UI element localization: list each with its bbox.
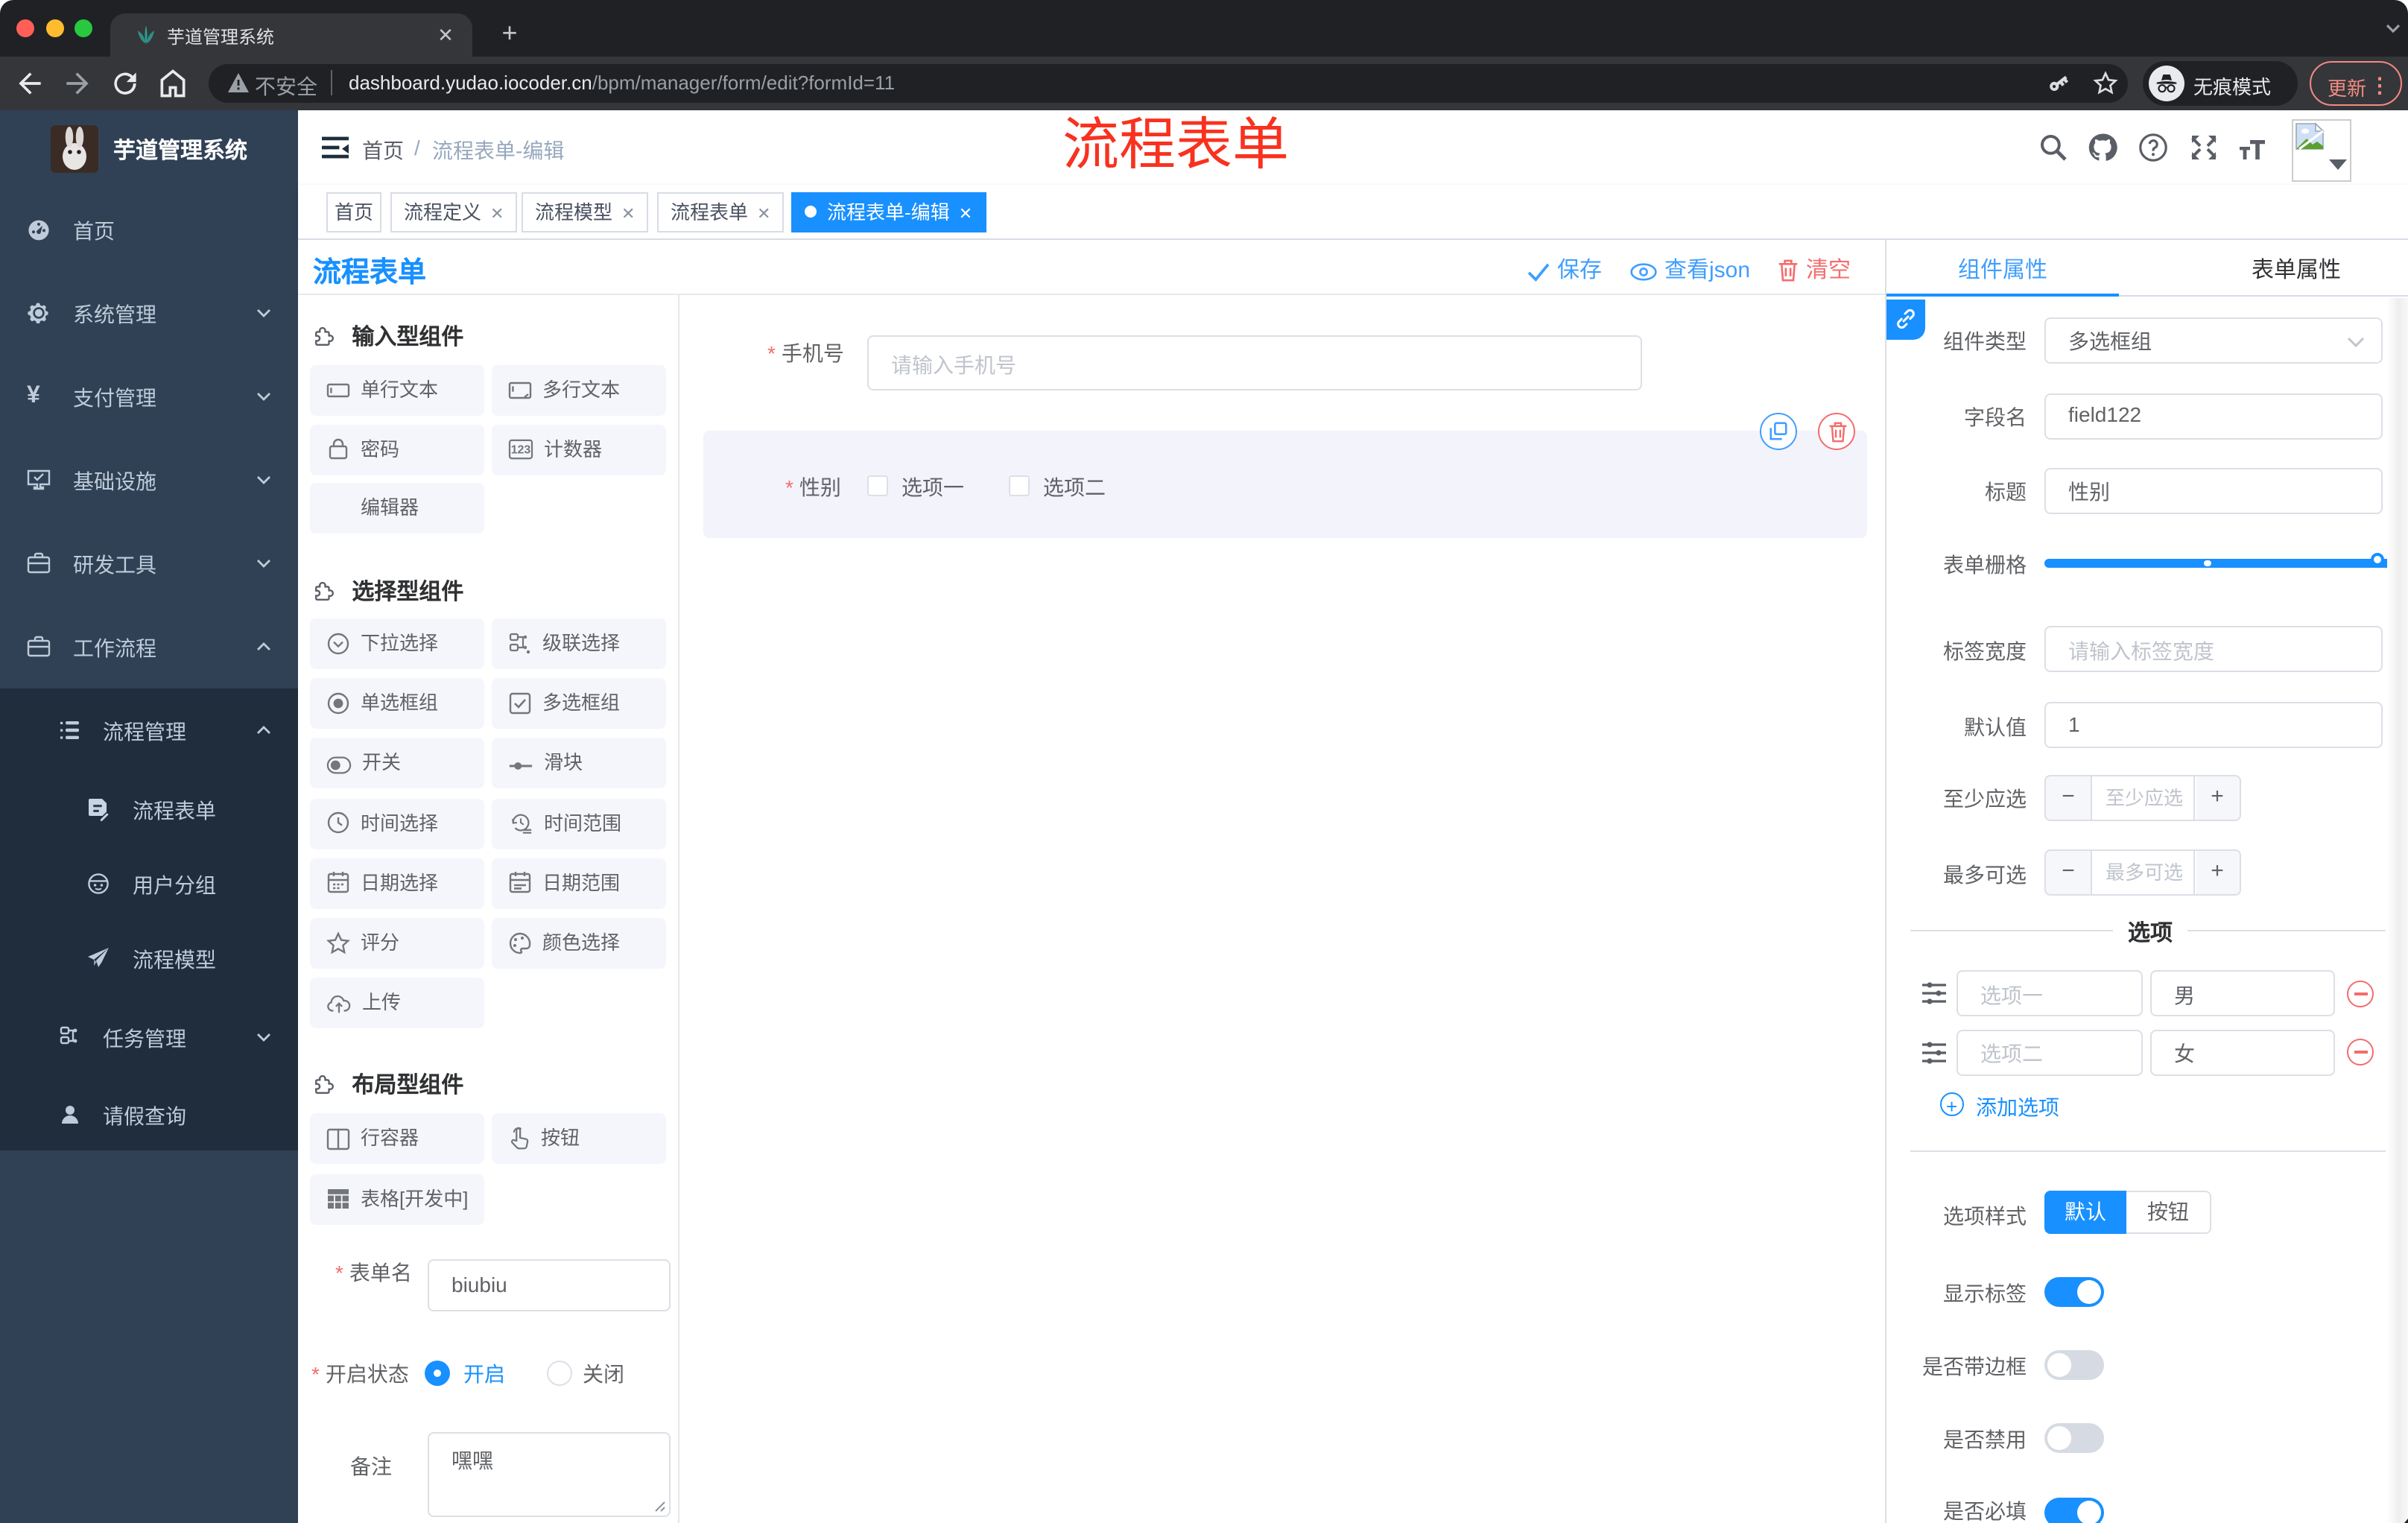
svg-text:123: 123	[511, 444, 531, 457]
